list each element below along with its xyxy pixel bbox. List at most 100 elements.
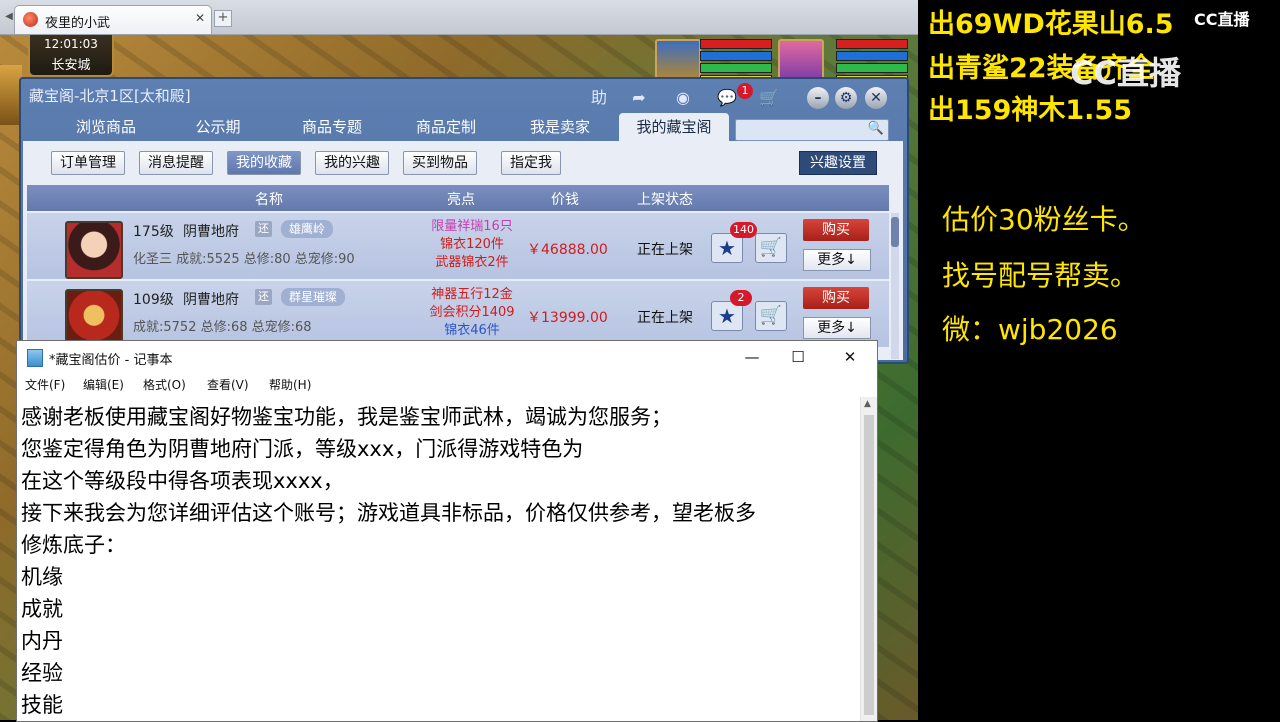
highlights: 限量祥瑞16只 锦衣120件 武器锦衣2件: [413, 218, 531, 272]
text-line: 技能: [21, 693, 63, 717]
table-header: 名称 亮点 价钱 上架状态: [27, 185, 889, 211]
listing-status: 正在上架: [637, 310, 693, 326]
subtab-messages[interactable]: 消息提醒: [139, 151, 213, 175]
tab-browse[interactable]: 浏览商品: [51, 113, 161, 141]
text-line: 经验: [21, 661, 63, 685]
menu-file[interactable]: 文件(F): [25, 376, 65, 393]
scrollbar-thumb[interactable]: [864, 415, 874, 715]
col-status: 上架状态: [637, 192, 693, 208]
subtab-assigned[interactable]: 指定我: [501, 151, 561, 175]
highlight-line: 锦衣120件: [440, 237, 504, 252]
avatar[interactable]: [65, 289, 123, 347]
text-line: 内丹: [21, 629, 63, 653]
maximize-button[interactable]: ☐: [775, 345, 821, 369]
tab-title: 夜里的小武: [45, 16, 111, 31]
overlay-note: 估价30粉丝卡。: [942, 203, 1146, 236]
menu-format[interactable]: 格式(O): [143, 376, 186, 393]
overlay-ad-line: 出69WD花果山6.5: [928, 9, 1174, 40]
stream-overlay: 出69WD花果山6.5 出青鲨22装备齐全 出159神木1.55 CC直播 CC…: [918, 0, 1280, 720]
cart-icon[interactable]: 🛒: [755, 233, 787, 263]
browser-tab-strip: ◀ 夜里的小武 ✕ +: [0, 0, 918, 35]
table-row[interactable]: 109级 阴曹地府 还 群星璀璨 成就:5752 总修:68 总宠修:68 神器…: [27, 281, 889, 349]
window-title: 藏宝阁-北京1区[太和殿]: [29, 87, 191, 105]
notepad-window: *藏宝阁估价 - 记事本 — ☐ ✕ 文件(F) 编辑(E) 格式(O) 查看(…: [16, 340, 878, 722]
price: ￥13999.00: [527, 310, 608, 326]
buy-button[interactable]: 购买: [803, 287, 869, 309]
more-button[interactable]: 更多↓: [803, 249, 871, 271]
share-icon[interactable]: ➦: [627, 87, 651, 109]
more-button[interactable]: 更多↓: [803, 317, 871, 339]
settings-icon[interactable]: ⚙: [835, 87, 857, 109]
server-tag: 群星璀璨: [281, 288, 346, 306]
record-icon[interactable]: ◉: [671, 87, 695, 109]
favorite-count-badge: 2: [730, 290, 752, 306]
subtab-orders[interactable]: 订单管理: [51, 151, 125, 175]
role-school: 阴曹地府: [183, 292, 239, 308]
text-line: 机缘: [21, 565, 63, 589]
scroll-up-icon[interactable]: ▲: [864, 399, 871, 409]
game-clock-location: 12:01:03 长安城: [28, 35, 114, 77]
col-price: 价钱: [551, 192, 579, 208]
tab-close-icon[interactable]: ✕: [195, 11, 205, 25]
text-line: 成就: [21, 597, 63, 621]
tab-custom[interactable]: 商品定制: [391, 113, 501, 141]
text-line: 在这个等级段中得各项表现xxxx，: [21, 469, 344, 493]
listing-status: 正在上架: [637, 242, 693, 258]
minimize-icon[interactable]: –: [807, 87, 829, 109]
favorites-panel: 订单管理 消息提醒 我的收藏 我的兴趣 买到物品 指定我 兴趣设置 名称 亮点 …: [23, 141, 903, 360]
tab-topics[interactable]: 商品专题: [277, 113, 387, 141]
text-line: 修炼底子：: [21, 533, 126, 557]
cart-icon[interactable]: 🛒: [757, 87, 781, 109]
minimize-button[interactable]: —: [729, 345, 775, 369]
search-input[interactable]: 🔍: [735, 119, 889, 141]
close-button[interactable]: ✕: [827, 345, 873, 369]
notepad-titlebar[interactable]: *藏宝阁估价 - 记事本 — ☐ ✕: [17, 341, 877, 373]
subtab-favorites[interactable]: 我的收藏: [227, 151, 301, 175]
role-level: 109级: [133, 292, 174, 308]
tab-public[interactable]: 公示期: [163, 113, 273, 141]
scrollbar-thumb[interactable]: [891, 217, 899, 247]
highlights: 神器五行12金 剑会积分1409 锦衣46件: [413, 286, 531, 340]
highlight-line: 剑会积分1409: [429, 305, 515, 320]
tab-seller[interactable]: 我是卖家: [505, 113, 615, 141]
overlay-note: 微：wjb2026: [942, 313, 1118, 346]
role-level: 175级: [133, 224, 174, 240]
interest-settings-button[interactable]: 兴趣设置: [799, 151, 877, 175]
price: ￥46888.00: [527, 242, 608, 258]
menu-view[interactable]: 查看(V): [207, 376, 249, 393]
help-icon[interactable]: 助: [587, 87, 611, 109]
subtab-interests[interactable]: 我的兴趣: [315, 151, 389, 175]
highlight-line: 神器五行12金: [431, 287, 513, 302]
subtab-purchased[interactable]: 买到物品: [403, 151, 477, 175]
browser-tab[interactable]: 夜里的小武 ✕: [14, 5, 212, 34]
list-scrollbar[interactable]: [891, 213, 899, 359]
player-status-bars: [700, 39, 772, 85]
notepad-scrollbar[interactable]: ▲: [860, 397, 877, 721]
cart-icon[interactable]: 🛒: [755, 301, 787, 331]
role-stats: 化圣三 成就:5525 总修:80 总宠修:90: [133, 252, 355, 267]
chat-badge: 1: [737, 83, 753, 99]
close-icon[interactable]: ✕: [865, 87, 887, 109]
notepad-icon: [27, 349, 43, 367]
notepad-menubar: 文件(F) 编辑(E) 格式(O) 查看(V) 帮助(H): [17, 373, 877, 395]
avatar[interactable]: [65, 221, 123, 279]
chat-icon[interactable]: 💬: [715, 87, 739, 109]
text-line: 接下来我会为您详细评估这个账号；游戏道具非标品，价格仅供参考，望老板多: [21, 501, 756, 525]
menu-help[interactable]: 帮助(H): [269, 376, 311, 393]
game-location: 长安城: [51, 58, 91, 73]
menu-edit[interactable]: 编辑(E): [83, 376, 124, 393]
notepad-text-area[interactable]: 感谢老板使用藏宝阁好物鉴宝功能，我是鉴宝师武林，竭诚为您服务； 您鉴定得角色为阴…: [17, 397, 859, 721]
buy-button[interactable]: 购买: [803, 219, 869, 241]
cc-live-watermark: CC直播: [1070, 54, 1181, 92]
tab-my-cbg[interactable]: 我的藏宝阁: [619, 113, 729, 141]
highlight-line: 武器锦衣2件: [435, 255, 509, 270]
server-tag: 雄鹰岭: [281, 220, 334, 238]
table-row[interactable]: 175级 阴曹地府 还 雄鹰岭 化圣三 成就:5525 总修:80 总宠修:90…: [27, 213, 889, 281]
highlight-line: 锦衣46件: [444, 323, 500, 338]
treasure-pavilion-window: 藏宝阁-北京1区[太和殿] 助 ➦ ◉ 💬 1 🛒 – ⚙ ✕ 浏览商品 公示期…: [19, 77, 909, 364]
pet-status-bars: [836, 39, 908, 85]
notepad-title: *藏宝阁估价 - 记事本: [49, 353, 173, 368]
new-tab-button[interactable]: +: [214, 10, 232, 27]
search-icon[interactable]: 🔍: [868, 121, 884, 136]
return-tag: 还: [255, 221, 272, 237]
